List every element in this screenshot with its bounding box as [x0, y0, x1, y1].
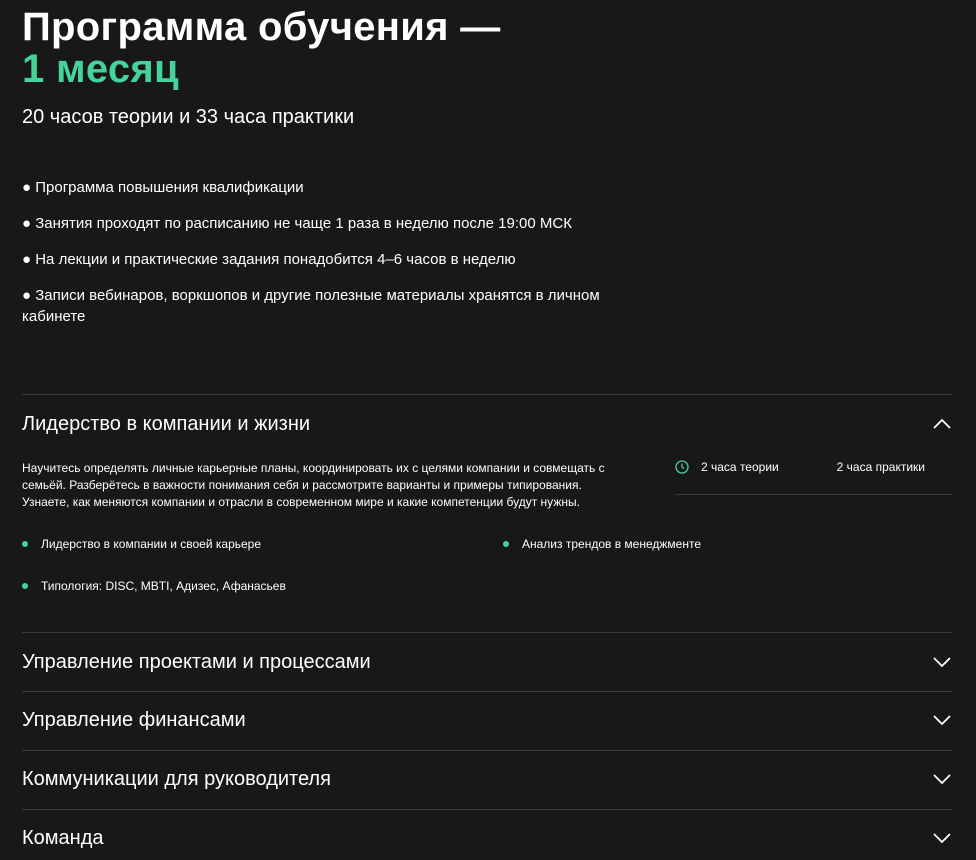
title-duration: 1 месяц — [22, 47, 179, 91]
topic-label: Анализ трендов в менеджменте — [522, 537, 701, 551]
topic-item: Лидерство в компании и своей карьере — [22, 537, 261, 551]
chevron-down-icon[interactable] — [932, 769, 952, 789]
theory-hours: 2 часа теории — [701, 460, 779, 474]
module-title: Управление проектами и процессами — [22, 650, 371, 673]
module-header-finance[interactable]: Управление финансами — [22, 700, 952, 740]
bullet-dot-icon — [22, 541, 28, 547]
module-hours: 2 часа теории 2 часа практики — [675, 460, 952, 495]
divider — [22, 691, 952, 692]
feature-item: ● На лекции и практические задания понад… — [22, 251, 516, 268]
topic-label: Типология: DISC, MBTI, Адизес, Афанасьев — [41, 579, 286, 593]
module-header-communications[interactable]: Коммуникации для руководителя — [22, 759, 952, 799]
module-title: Управление финансами — [22, 708, 246, 731]
divider — [22, 632, 952, 633]
clock-icon — [675, 460, 689, 474]
chevron-down-icon[interactable] — [932, 828, 952, 848]
practice-hours: 2 часа практики — [836, 460, 925, 474]
chevron-down-icon[interactable] — [932, 652, 952, 672]
chevron-down-icon[interactable] — [932, 710, 952, 730]
module-header-team[interactable]: Команда — [22, 818, 952, 858]
topic-item: Типология: DISC, MBTI, Адизес, Афанасьев — [22, 579, 286, 593]
topic-item: Анализ трендов в менеджменте — [503, 537, 701, 551]
program-features: ● Программа повышения квалификации ● Зан… — [22, 177, 642, 342]
feature-item: ● Записи вебинаров, воркшопов и другие п… — [22, 287, 600, 325]
subtitle: 20 часов теории и 33 часа практики — [22, 106, 355, 128]
divider — [22, 394, 952, 395]
divider — [22, 809, 952, 810]
module-title: Лидерство в компании и жизни — [22, 412, 311, 435]
chevron-up-icon[interactable] — [932, 414, 952, 434]
module-header-leadership[interactable]: Лидерство в компании и жизни — [22, 404, 952, 444]
feature-item: ● Занятия проходят по расписанию не чаще… — [22, 215, 572, 232]
bullet-dot-icon — [22, 583, 28, 589]
feature-item: ● Программа повышения квалификации — [22, 179, 304, 196]
divider — [22, 750, 952, 751]
page-title: Программа обучения — 1 месяц — [22, 6, 501, 90]
topic-label: Лидерство в компании и своей карьере — [41, 537, 262, 551]
module-description: Научитесь определять личные карьерные пл… — [22, 461, 605, 509]
title-text: Программа обучения — — [22, 5, 501, 49]
bullet-dot-icon — [503, 541, 509, 547]
module-title: Команда — [22, 826, 104, 849]
module-title: Коммуникации для руководителя — [22, 767, 331, 790]
module-header-projects[interactable]: Управление проектами и процессами — [22, 642, 952, 682]
